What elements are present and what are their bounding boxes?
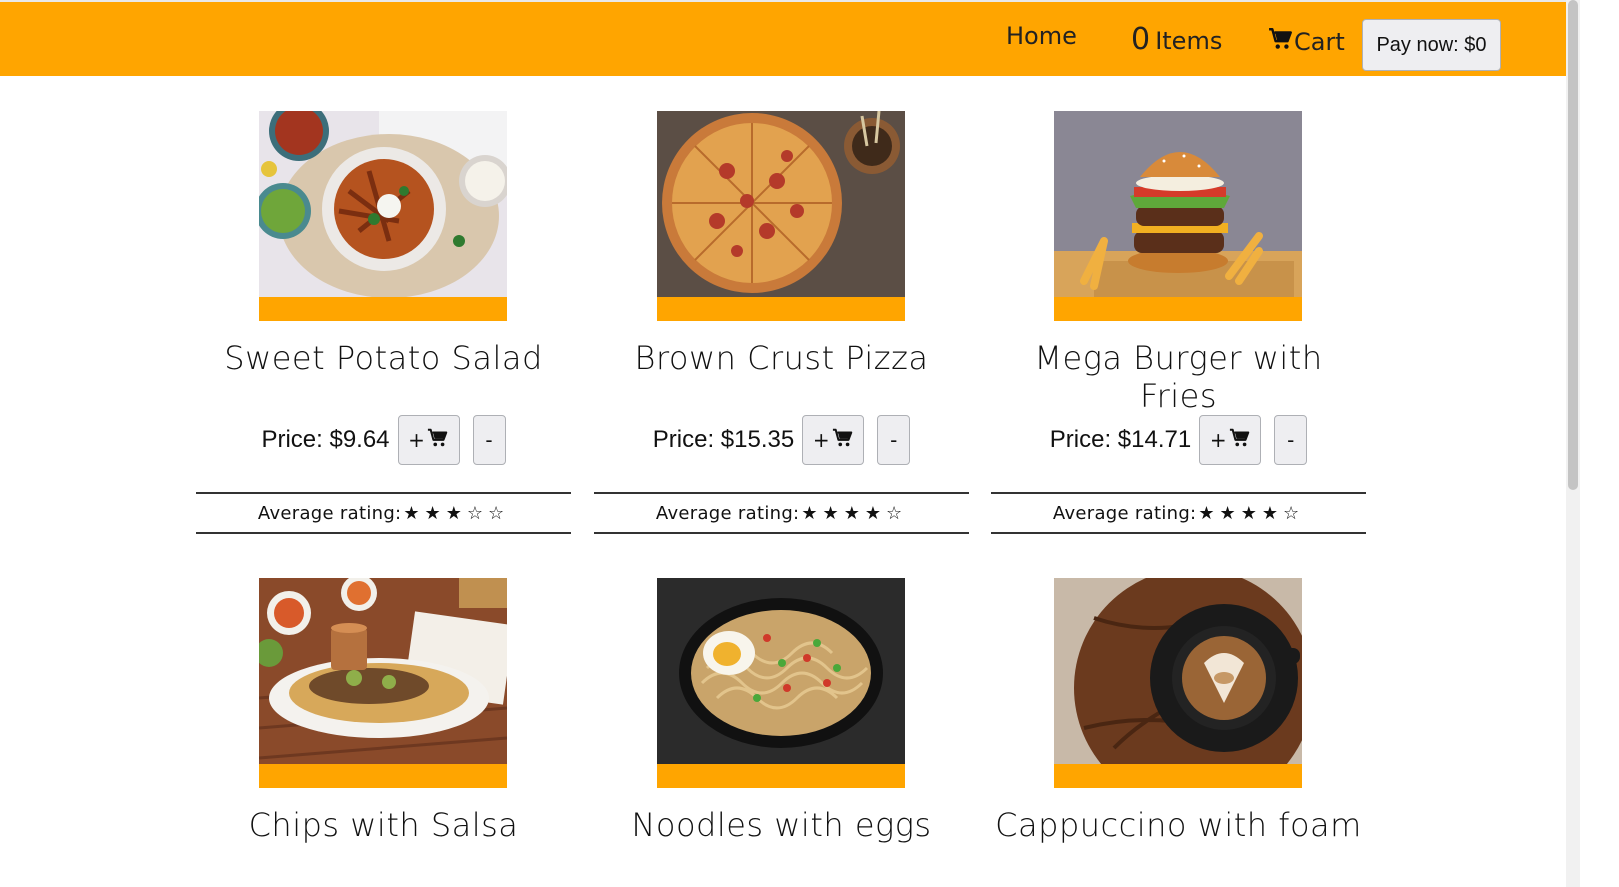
image-accent-bar	[657, 764, 905, 788]
average-rating: Average rating: ★★★★☆	[991, 492, 1366, 534]
rating-label: Average rating:	[655, 502, 800, 524]
price-row: Price: $9.64 + -	[196, 413, 571, 467]
plus-symbol: +	[1209, 428, 1227, 452]
image-accent-bar	[259, 297, 507, 321]
plus-symbol: +	[408, 428, 425, 452]
add-to-cart-button[interactable]: +	[802, 415, 865, 465]
image-accent-bar	[259, 764, 507, 788]
product-image-brown-crust-pizza	[657, 111, 905, 297]
star-rating-icons: ★★★★☆	[801, 502, 908, 524]
product-price: Price: $15.35	[652, 426, 795, 453]
product-name: Chips with Salsa	[248, 806, 519, 844]
product-name: Brown Crust Pizza	[634, 339, 929, 377]
product-image-cappuccino	[1054, 578, 1302, 764]
add-to-cart-button[interactable]: +	[397, 415, 460, 465]
product-image-noodles-with-eggs	[657, 578, 905, 764]
remove-from-cart-button[interactable]: -	[1274, 415, 1308, 465]
average-rating: Average rating: ★★★☆☆	[196, 492, 571, 534]
product-image-sweet-potato-salad	[259, 111, 507, 297]
items-count-label: Items	[1155, 27, 1223, 55]
remove-from-cart-button[interactable]: -	[877, 415, 911, 465]
nav-items-count[interactable]: 0 Items	[1131, 22, 1222, 57]
product-name: Noodles with eggs	[631, 806, 932, 844]
price-row: Price: $15.35 + -	[594, 413, 969, 467]
star-rating-icons: ★★★☆☆	[403, 502, 510, 524]
plus-symbol: +	[812, 428, 830, 452]
add-to-cart-button[interactable]: +	[1199, 415, 1262, 465]
rating-label: Average rating:	[257, 502, 402, 524]
product-name: Cappuccino with foam	[995, 806, 1362, 844]
top-navbar: Home 0 Items Cart Pay now: $0	[0, 0, 1566, 76]
pay-now-button[interactable]: Pay now: $0	[1362, 19, 1501, 71]
product-image-mega-burger	[1054, 111, 1302, 297]
price-row: Price: $14.71 + -	[991, 413, 1366, 467]
cart-label: Cart	[1294, 28, 1345, 56]
rating-label: Average rating:	[1052, 502, 1197, 524]
image-accent-bar	[1054, 297, 1302, 321]
average-rating: Average rating: ★★★★☆	[594, 492, 969, 534]
product-name: Sweet Potato Salad	[224, 339, 543, 377]
items-count-number: 0	[1131, 22, 1151, 57]
remove-from-cart-button[interactable]: -	[472, 415, 506, 465]
cart-icon	[830, 427, 854, 454]
product-name: Mega Burger with Fries	[1034, 339, 1323, 415]
image-accent-bar	[657, 297, 905, 321]
cart-icon	[1268, 26, 1294, 58]
nav-home-link[interactable]: Home	[1006, 22, 1077, 50]
product-image-chips-with-salsa	[259, 578, 507, 764]
scrollbar-thumb[interactable]	[1568, 0, 1578, 490]
product-price: Price: $9.64	[261, 426, 390, 453]
cart-icon	[425, 427, 449, 454]
nav-cart-link[interactable]: Cart	[1268, 26, 1345, 58]
cart-icon	[1227, 427, 1251, 454]
image-accent-bar	[1054, 764, 1302, 788]
product-price: Price: $14.71	[1049, 426, 1192, 453]
star-rating-icons: ★★★★☆	[1198, 502, 1305, 524]
